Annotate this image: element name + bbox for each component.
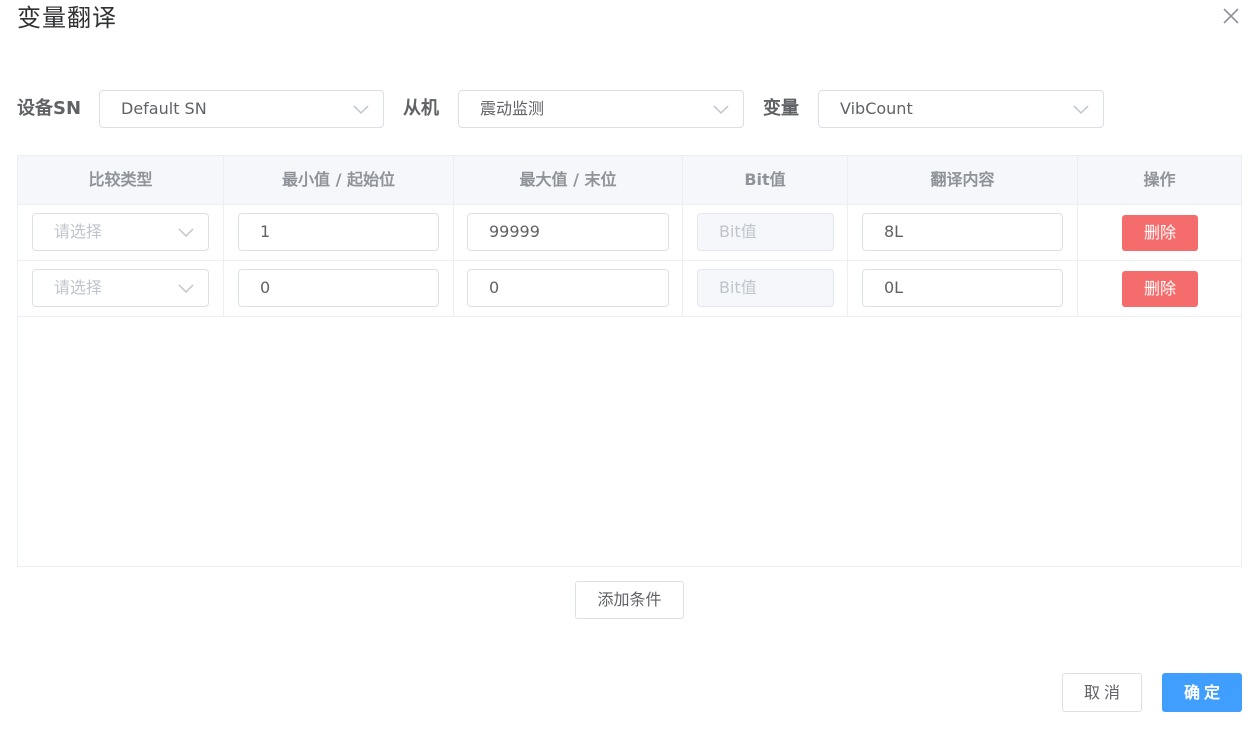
min-cell: 0	[224, 261, 454, 316]
header-max-end: 最大值 / 末位	[454, 156, 683, 204]
compare-type-placeholder: 请选择	[54, 222, 103, 241]
header-bit-value: Bit值	[683, 156, 848, 204]
variable-label: 变量	[763, 98, 799, 119]
bit-input: Bit值	[697, 213, 834, 251]
chevron-down-icon	[178, 228, 194, 238]
compare-type-cell: 请选择	[18, 261, 224, 316]
dialog-title: 变量翻译	[17, 4, 117, 32]
max-cell: 99999	[454, 205, 683, 260]
compare-type-placeholder: 请选择	[54, 278, 103, 297]
chevron-down-icon	[353, 105, 369, 115]
device-sn-value: Default SN	[121, 99, 207, 118]
bit-cell: Bit值	[683, 261, 848, 316]
close-icon[interactable]	[1220, 5, 1242, 27]
variable-value: VibCount	[840, 99, 913, 118]
add-condition-button[interactable]: 添加条件	[575, 581, 684, 619]
device-sn-select[interactable]: Default SN	[99, 90, 384, 128]
header-action: 操作	[1143, 170, 1176, 189]
translation-input[interactable]: 8L	[862, 213, 1063, 251]
min-input[interactable]: 1	[238, 213, 439, 251]
conditions-table: 比较类型 最小值 / 起始位 最大值 / 末位 Bit值 翻译内容 操作 请选择…	[17, 155, 1242, 567]
translation-input[interactable]: 0L	[862, 269, 1063, 307]
bit-cell: Bit值	[683, 205, 848, 260]
confirm-button[interactable]: 确定	[1162, 673, 1242, 712]
header-min-start: 最小值 / 起始位	[224, 156, 454, 204]
max-input[interactable]: 0	[467, 269, 669, 307]
min-input[interactable]: 0	[238, 269, 439, 307]
translation-cell: 8L	[848, 205, 1078, 260]
table-row: 请选择 0 0 Bit值 0L 删除	[18, 261, 1241, 317]
table-row: 请选择 1 99999 Bit值 8L 删除	[18, 205, 1241, 261]
compare-type-cell: 请选择	[18, 205, 224, 260]
header-translation: 翻译内容	[848, 156, 1078, 204]
max-input[interactable]: 99999	[467, 213, 669, 251]
bit-input: Bit值	[697, 269, 834, 307]
delete-button[interactable]: 删除	[1122, 271, 1198, 307]
variable-select[interactable]: VibCount	[818, 90, 1104, 128]
table-header: 比较类型 最小值 / 起始位 最大值 / 末位 Bit值 翻译内容 操作	[18, 156, 1241, 205]
min-cell: 1	[224, 205, 454, 260]
slave-value: 震动监测	[480, 99, 545, 118]
action-cell: 删除	[1078, 261, 1241, 316]
chevron-down-icon	[1073, 105, 1089, 115]
action-cell: 删除	[1078, 205, 1241, 260]
chevron-down-icon	[713, 105, 729, 115]
delete-button[interactable]: 删除	[1122, 215, 1198, 251]
slave-label: 从机	[403, 98, 439, 119]
translation-cell: 0L	[848, 261, 1078, 316]
chevron-down-icon	[178, 284, 194, 294]
header-compare-type: 比较类型	[18, 156, 224, 204]
max-cell: 0	[454, 261, 683, 316]
device-sn-label: 设备SN	[17, 98, 82, 119]
slave-select[interactable]: 震动监测	[458, 90, 744, 128]
variable-translation-dialog: 变量翻译 设备SN Default SN 从机 震动监测 变量 VibCount…	[0, 0, 1254, 731]
compare-type-select[interactable]: 请选择	[32, 269, 209, 307]
compare-type-select[interactable]: 请选择	[32, 213, 209, 251]
cancel-button[interactable]: 取消	[1062, 673, 1142, 712]
